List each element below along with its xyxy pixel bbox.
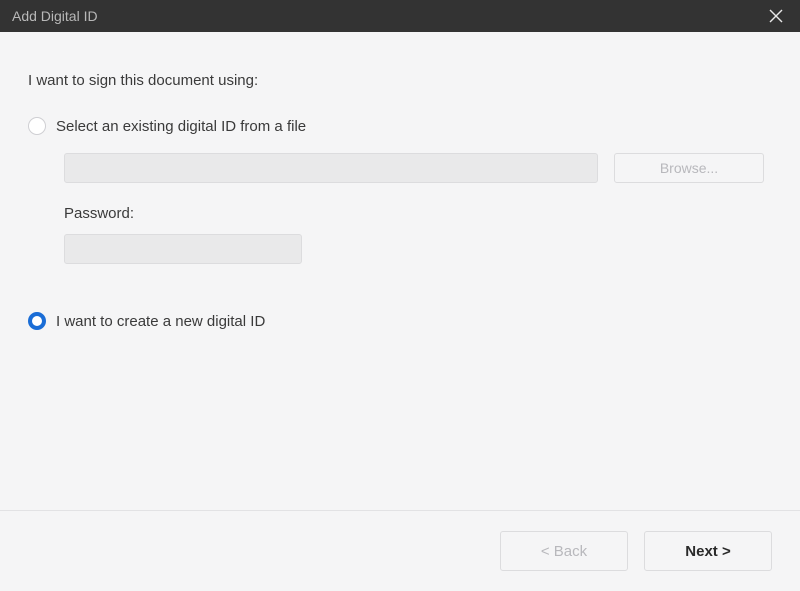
dialog-footer: < Back Next > bbox=[0, 510, 800, 591]
option-new[interactable]: I want to create a new digital ID bbox=[28, 312, 772, 330]
dialog-content: I want to sign this document using: Sele… bbox=[0, 32, 800, 330]
close-icon[interactable] bbox=[764, 4, 788, 28]
password-section: Password: bbox=[28, 205, 772, 264]
option-existing[interactable]: Select an existing digital ID from a fil… bbox=[28, 117, 772, 135]
titlebar-title: Add Digital ID bbox=[12, 8, 98, 24]
file-path-input[interactable] bbox=[64, 153, 598, 183]
option-new-label: I want to create a new digital ID bbox=[56, 313, 265, 330]
radio-existing[interactable] bbox=[28, 117, 46, 135]
password-input[interactable] bbox=[64, 234, 302, 264]
titlebar: Add Digital ID bbox=[0, 0, 800, 32]
option-existing-label: Select an existing digital ID from a fil… bbox=[56, 118, 306, 135]
next-button[interactable]: Next > bbox=[644, 531, 772, 571]
radio-new[interactable] bbox=[28, 312, 46, 330]
back-button[interactable]: < Back bbox=[500, 531, 628, 571]
password-label: Password: bbox=[64, 205, 772, 222]
intro-text: I want to sign this document using: bbox=[28, 72, 772, 89]
browse-button[interactable]: Browse... bbox=[614, 153, 764, 183]
file-row: Browse... bbox=[28, 153, 772, 183]
